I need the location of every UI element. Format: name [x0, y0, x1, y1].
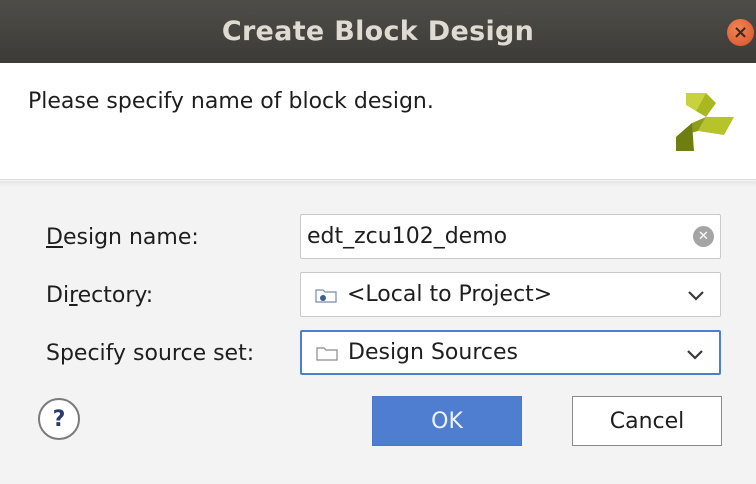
help-button[interactable]: ?: [38, 398, 80, 440]
source-set-value: Design Sources: [348, 340, 518, 365]
folder-local-icon: [315, 288, 337, 303]
instruction-text: Please specify name of block design.: [28, 89, 434, 114]
directory-dropdown[interactable]: <Local to Project>: [300, 272, 721, 317]
dialog-title: Create Block Design: [221, 16, 535, 47]
question-mark-icon: ?: [52, 406, 66, 432]
chevron-down-icon[interactable]: [686, 285, 706, 305]
close-button[interactable]: ×: [727, 19, 754, 46]
chevron-down-icon[interactable]: [685, 344, 705, 364]
source-set-label: Specify source set:: [46, 341, 255, 366]
design-name-input[interactable]: [301, 224, 671, 249]
cancel-button[interactable]: Cancel: [572, 396, 722, 446]
header-divider: [0, 181, 756, 187]
close-icon: ×: [732, 21, 749, 43]
design-name-label: Design name:: [46, 225, 199, 250]
design-name-field[interactable]: ✕: [300, 214, 721, 259]
ok-button[interactable]: OK: [372, 396, 522, 446]
source-set-dropdown[interactable]: Design Sources: [300, 330, 721, 375]
folder-icon: [316, 346, 338, 361]
xilinx-vivado-logo-icon: [676, 93, 734, 151]
create-block-design-dialog: Create Block Design × Please specify nam…: [0, 0, 756, 484]
clear-icon[interactable]: ✕: [693, 226, 714, 247]
header-panel: Please specify name of block design.: [0, 63, 756, 180]
title-bar[interactable]: Create Block Design ×: [0, 0, 756, 63]
directory-label: Directory:: [46, 283, 154, 308]
directory-value: <Local to Project>: [347, 282, 553, 307]
